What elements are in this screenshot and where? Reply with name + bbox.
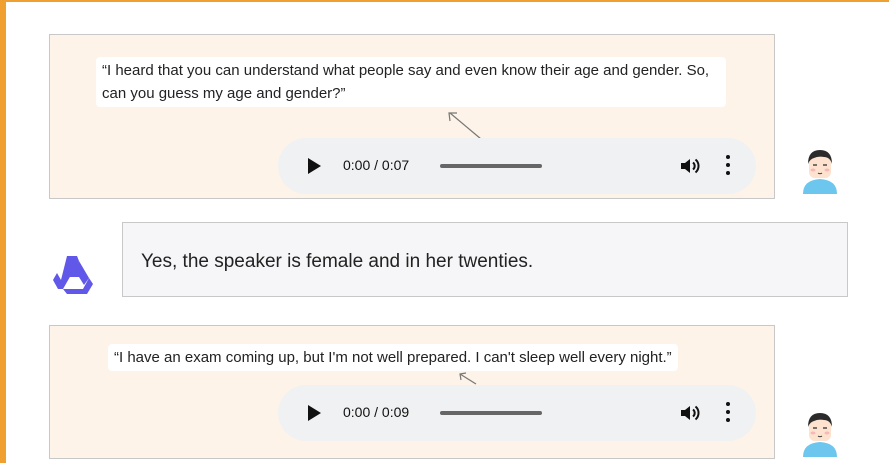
audio-time: 0:00 / 0:09 (343, 404, 410, 420)
volume-icon[interactable] (678, 154, 702, 178)
user-quote-2: “I have an exam coming up, but I'm not w… (108, 344, 678, 371)
assistant-response-text: Yes, the speaker is female and in her tw… (141, 251, 534, 272)
user-message-1: “I heard that you can understand what pe… (49, 34, 775, 199)
more-vertical-icon[interactable] (726, 155, 730, 179)
pointer-arrow (459, 372, 477, 385)
user-quote-1: “I heard that you can understand what pe… (96, 57, 726, 107)
user-message-2: “I have an exam coming up, but I'm not w… (49, 325, 775, 459)
play-icon[interactable] (308, 405, 321, 421)
user-avatar-icon (803, 413, 837, 457)
audio-progress-bar[interactable] (440, 411, 542, 415)
audio-player-1[interactable]: 0:00 / 0:07 (278, 138, 756, 194)
user-avatar-icon (803, 150, 837, 194)
assistant-message: Yes, the speaker is female and in her tw… (122, 222, 848, 297)
qwen-logo-icon (53, 256, 93, 294)
audio-progress-bar[interactable] (440, 164, 542, 168)
audio-player-2[interactable]: 0:00 / 0:09 (278, 385, 756, 441)
more-vertical-icon[interactable] (726, 402, 730, 426)
audio-time: 0:00 / 0:07 (343, 157, 410, 173)
volume-icon[interactable] (678, 401, 702, 425)
play-icon[interactable] (308, 158, 321, 174)
